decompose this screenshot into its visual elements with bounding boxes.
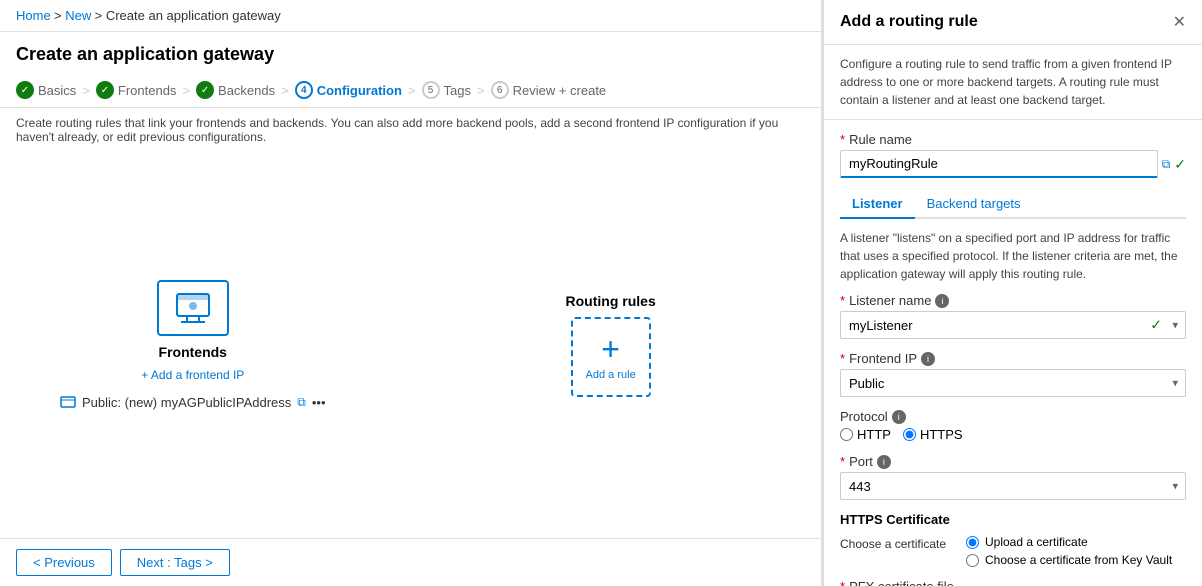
https-cert-title: HTTPS Certificate bbox=[840, 512, 1186, 527]
close-button[interactable]: ✕ bbox=[1173, 12, 1186, 32]
frontend-ip-info-icon[interactable]: i bbox=[921, 352, 935, 366]
listener-name-select[interactable]: myListener bbox=[840, 311, 1186, 339]
protocol-http-label[interactable]: HTTP bbox=[840, 427, 891, 442]
choose-cert-label: Choose a certificate bbox=[840, 535, 950, 551]
frontends-node: Frontends + Add a frontend IP Public: (n… bbox=[60, 280, 326, 410]
wizard-steps: ✓ Basics > ✓ Frontends > ✓ Backends > 4 … bbox=[0, 73, 821, 108]
step-review[interactable]: 6 Review + create bbox=[491, 81, 607, 99]
step-backends[interactable]: ✓ Backends bbox=[196, 81, 275, 99]
protocol-row: Protocol i HTTP HTTPS bbox=[840, 409, 1186, 442]
rule-name-label: Rule name bbox=[849, 132, 912, 147]
listener-name-row: * Listener name i myListener ✓ bbox=[840, 293, 1186, 339]
protocol-http-radio[interactable] bbox=[840, 428, 853, 441]
step-frontends[interactable]: ✓ Frontends bbox=[96, 81, 177, 99]
protocol-https-radio[interactable] bbox=[903, 428, 916, 441]
copy-field-icon[interactable]: ⧉ bbox=[1162, 157, 1171, 172]
rule-name-row: * Rule name ⧉ ✓ bbox=[840, 132, 1186, 178]
cert-options: Upload a certificate Choose a certificat… bbox=[966, 535, 1172, 567]
protocol-https-label[interactable]: HTTPS bbox=[903, 427, 963, 442]
frontend-ip-label: Frontend IP bbox=[849, 351, 917, 366]
rule-name-input[interactable] bbox=[840, 150, 1158, 178]
cert-upload-radio[interactable] bbox=[966, 536, 979, 549]
protocol-radio-group: HTTP HTTPS bbox=[840, 427, 1186, 442]
routing-rules-node: Routing rules + Add a rule bbox=[566, 293, 656, 397]
pfx-label: PFX certificate file bbox=[849, 579, 954, 586]
right-panel: Add a routing rule ✕ Configure a routing… bbox=[822, 0, 1202, 586]
step-configuration[interactable]: 4 Configuration bbox=[295, 81, 402, 99]
cert-keyvault-radio[interactable] bbox=[966, 554, 979, 567]
frontend-ip-row: * Frontend IP i Public bbox=[840, 351, 1186, 397]
frontends-icon-box bbox=[157, 280, 229, 336]
add-rule-plus-icon: + bbox=[601, 333, 620, 365]
valid-check-icon: ✓ bbox=[1174, 156, 1186, 173]
tabs: Listener Backend targets bbox=[840, 190, 1186, 219]
breadcrumb-new[interactable]: New bbox=[65, 8, 91, 23]
listener-valid-icon: ✓ bbox=[1150, 317, 1162, 334]
frontends-icon bbox=[173, 290, 213, 326]
copy-icon[interactable]: ⧉ bbox=[297, 395, 306, 410]
breadcrumb-home[interactable]: Home bbox=[16, 8, 51, 23]
rp-header: Add a routing rule ✕ bbox=[824, 0, 1202, 45]
breadcrumb: Home > New > Create an application gatew… bbox=[0, 0, 821, 32]
add-rule-button[interactable]: + Add a rule bbox=[571, 317, 651, 397]
frontend-item-icon bbox=[60, 394, 76, 410]
cert-keyvault-label[interactable]: Choose a certificate from Key Vault bbox=[966, 553, 1172, 567]
port-label: Port bbox=[849, 454, 873, 469]
canvas: Frontends + Add a frontend IP Public: (n… bbox=[0, 152, 821, 538]
page-description: Create routing rules that link your fron… bbox=[0, 108, 821, 152]
protocol-label: Protocol bbox=[840, 409, 888, 424]
rp-desc: Configure a routing rule to send traffic… bbox=[824, 45, 1202, 120]
listener-desc: A listener "listens" on a specified port… bbox=[840, 229, 1186, 283]
port-info-icon[interactable]: i bbox=[877, 455, 891, 469]
prev-button[interactable]: < Previous bbox=[16, 549, 112, 576]
step-basics[interactable]: ✓ Basics bbox=[16, 81, 76, 99]
next-button[interactable]: Next : Tags > bbox=[120, 549, 230, 576]
frontends-title: Frontends bbox=[159, 344, 227, 360]
frontend-ip-select[interactable]: Public bbox=[840, 369, 1186, 397]
listener-name-label: Listener name bbox=[849, 293, 931, 308]
tab-backend-targets[interactable]: Backend targets bbox=[915, 190, 1033, 219]
listener-name-info-icon[interactable]: i bbox=[935, 294, 949, 308]
add-rule-label: Add a rule bbox=[586, 369, 636, 381]
breadcrumb-current: Create an application gateway bbox=[106, 8, 281, 23]
cert-upload-label[interactable]: Upload a certificate bbox=[966, 535, 1172, 549]
add-frontend-link[interactable]: + Add a frontend IP bbox=[141, 368, 244, 382]
routing-title: Routing rules bbox=[566, 293, 656, 309]
frontend-item: Public: (new) myAGPublicIPAddress ⧉ ••• bbox=[60, 394, 326, 410]
port-select[interactable]: 443 bbox=[840, 472, 1186, 500]
rp-body: * Rule name ⧉ ✓ Listener Backend targets… bbox=[824, 120, 1202, 586]
more-icon[interactable]: ••• bbox=[312, 395, 326, 410]
protocol-info-icon[interactable]: i bbox=[892, 410, 906, 424]
port-row: * Port i 443 bbox=[840, 454, 1186, 500]
rp-title: Add a routing rule bbox=[840, 13, 978, 31]
page-title: Create an application gateway bbox=[0, 32, 821, 73]
tab-listener[interactable]: Listener bbox=[840, 190, 915, 219]
bottom-bar: < Previous Next : Tags > bbox=[0, 538, 821, 586]
pfx-row: * PFX certificate file bbox=[840, 579, 1186, 586]
step-tags[interactable]: 5 Tags bbox=[422, 81, 471, 99]
choose-cert-row: Choose a certificate Upload a certificat… bbox=[840, 535, 1186, 567]
